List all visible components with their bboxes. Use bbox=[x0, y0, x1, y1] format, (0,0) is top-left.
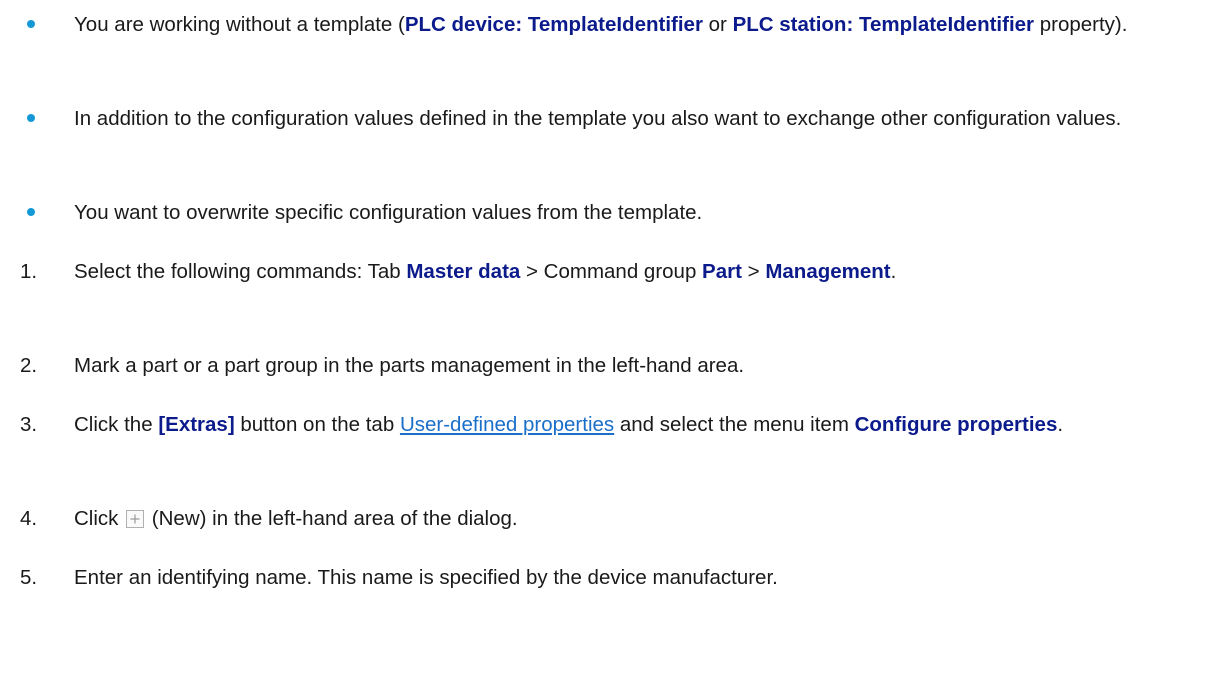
bold-term: Part bbox=[702, 260, 742, 283]
bold-term: Master data bbox=[406, 260, 521, 283]
plus-new-icon bbox=[126, 510, 145, 528]
text-run: In addition to the configuration values … bbox=[74, 107, 1122, 130]
text-run: Click bbox=[74, 507, 125, 530]
text-run: and select the menu item bbox=[614, 413, 855, 436]
step-item: 3. Click the [Extras] button on the tab … bbox=[20, 410, 1200, 439]
step-number: 5. bbox=[20, 566, 38, 589]
step-item: 1. Select the following commands: Tab Ma… bbox=[20, 257, 1200, 286]
user-defined-properties-link[interactable]: User-defined properties bbox=[400, 413, 614, 436]
text-run: > bbox=[741, 260, 766, 283]
text-run: (New) in the left-hand area of the dialo… bbox=[146, 507, 518, 530]
step-number: 1. bbox=[20, 260, 38, 283]
text-run: You are working without a template ( bbox=[74, 13, 405, 36]
bold-term: Management bbox=[765, 260, 891, 283]
text-run: You want to overwrite specific configura… bbox=[74, 201, 703, 224]
step-text: Mark a part or a part group in the parts… bbox=[74, 351, 1200, 380]
step-item: 4. Click (New) in the left-hand area of … bbox=[20, 504, 1200, 533]
text-run: Click the bbox=[74, 413, 159, 436]
text-run: . bbox=[1057, 413, 1064, 436]
bullet-text: You are working without a template (PLC … bbox=[74, 10, 1200, 39]
bullet-text: In addition to the configuration values … bbox=[74, 104, 1200, 133]
step-number: 2. bbox=[20, 354, 38, 377]
text-run: > Command group bbox=[520, 260, 703, 283]
bold-term: PLC station: TemplateIdentifier bbox=[732, 13, 1035, 36]
bold-term: [Extras] bbox=[158, 413, 235, 436]
step-text: Click (New) in the left-hand area of the… bbox=[74, 504, 1200, 533]
step-text: Click the [Extras] button on the tab Use… bbox=[74, 410, 1200, 439]
bold-term: PLC device: TemplateIdentifier bbox=[404, 13, 703, 36]
step-number: 3. bbox=[20, 413, 38, 436]
step-number: 4. bbox=[20, 507, 38, 530]
text-run: Mark a part or a part group in the parts… bbox=[74, 354, 745, 377]
bold-term: Configure properties bbox=[854, 413, 1058, 436]
step-text: Enter an identifying name. This name is … bbox=[74, 563, 1200, 592]
step-item: 2. Mark a part or a part group in the pa… bbox=[20, 351, 1200, 380]
step-item: 5. Enter an identifying name. This name … bbox=[20, 563, 1200, 592]
bullet-text: You want to overwrite specific configura… bbox=[74, 198, 1200, 227]
text-run: property). bbox=[1034, 13, 1128, 36]
bullet-item: In addition to the configuration values … bbox=[20, 104, 1200, 133]
text-run: button on the tab bbox=[234, 413, 400, 436]
text-run: . bbox=[890, 260, 897, 283]
bullet-item: You want to overwrite specific configura… bbox=[20, 198, 1200, 227]
bullet-item: You are working without a template (PLC … bbox=[20, 10, 1200, 39]
text-run: Enter an identifying name. This name is … bbox=[74, 566, 778, 589]
step-text: Select the following commands: Tab Maste… bbox=[74, 257, 1200, 286]
text-run: Select the following commands: Tab bbox=[74, 260, 407, 283]
text-run: or bbox=[702, 13, 733, 36]
